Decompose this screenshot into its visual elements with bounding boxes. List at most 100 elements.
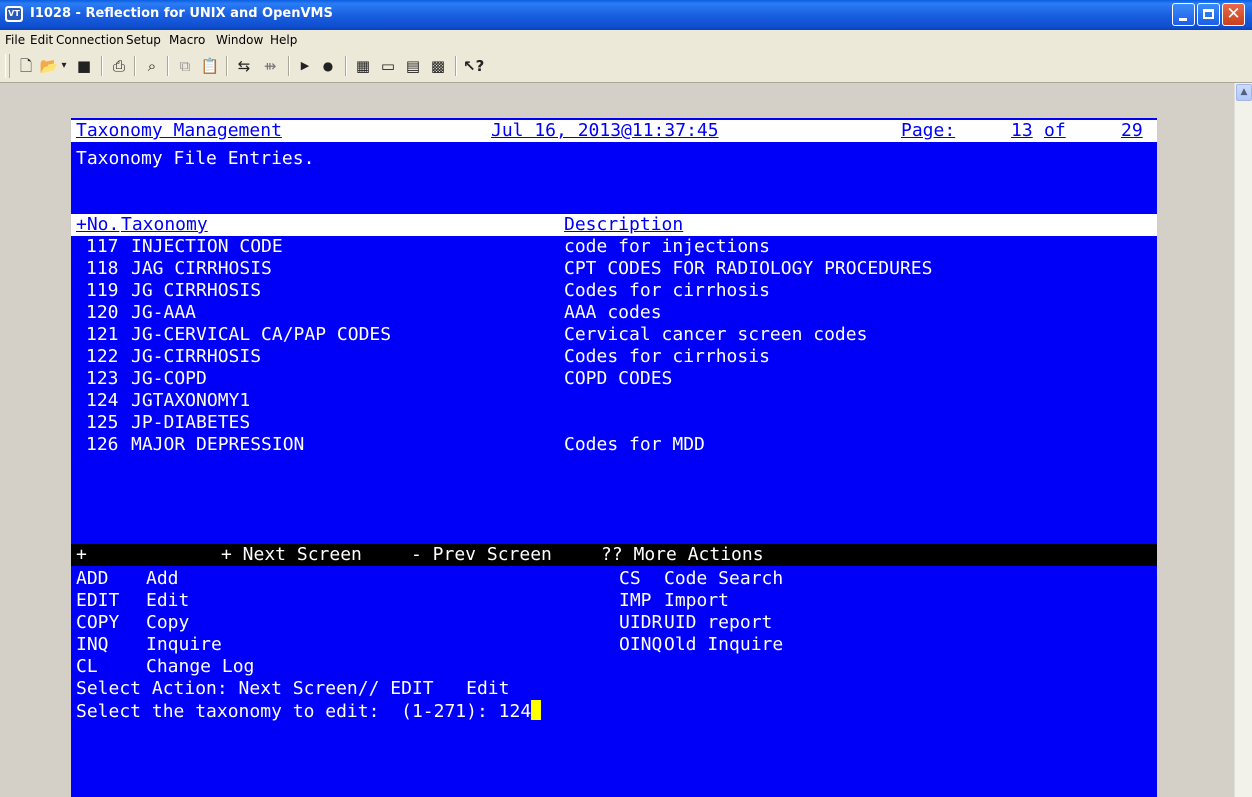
help-icon[interactable]: ↖? — [463, 56, 484, 76]
menu-edit[interactable]: Edit — [30, 33, 53, 47]
terminal-header: Taxonomy Management Jul 16, 2013@11:37:4… — [71, 120, 1157, 142]
toolbar: 🗋 📂 ▾ ■ ⎙ ⌕ ⧉ 📋 ⇆ ⇻ ▶ ● ▦ ▭ ▤ ▩ ↖? — [0, 50, 1252, 83]
row-taxonomy[interactable]: JG-AAA — [131, 302, 196, 324]
minimize-button[interactable] — [1172, 3, 1195, 26]
menu-help[interactable]: Help — [270, 33, 297, 47]
new-icon[interactable]: 🗋 — [16, 56, 36, 76]
row-taxonomy[interactable]: MAJOR DEPRESSION — [131, 434, 304, 456]
action-code[interactable]: INQ — [76, 634, 109, 656]
text-cursor — [531, 700, 542, 720]
copy-icon[interactable]: ⧉ — [175, 56, 195, 76]
colors-icon[interactable]: ▩ — [428, 56, 448, 76]
toolbar-separator — [455, 56, 457, 76]
row-description: AAA codes — [564, 302, 662, 323]
row-description: Cervical cancer screen codes — [564, 324, 868, 345]
connect-icon[interactable]: ⇆ — [234, 56, 254, 76]
action-code[interactable]: OINQ — [619, 634, 662, 656]
close-button[interactable]: ✕ — [1222, 3, 1245, 26]
paste-icon[interactable]: 📋 — [200, 56, 220, 76]
column-no: +No. — [76, 214, 120, 235]
action-label: Code Search — [664, 568, 784, 589]
window-title: I1028 - Reflection for UNIX and OpenVMS — [30, 6, 333, 21]
row-number: 126 — [86, 434, 119, 455]
row-description: COPD CODES — [564, 368, 673, 389]
app-icon[interactable]: VT — [5, 6, 23, 22]
column-taxonomy: Taxonomy — [121, 214, 208, 235]
header-datetime: Jul 16, 2013@11:37:45 — [491, 120, 719, 141]
save-icon[interactable]: ■ — [74, 56, 94, 76]
row-number: 122 — [86, 346, 119, 367]
settings-icon[interactable]: ▦ — [353, 56, 373, 76]
row-number: 121 — [86, 324, 119, 345]
row-description: code for injections — [564, 236, 770, 257]
next-screen-hint[interactable]: + Next Screen — [221, 544, 362, 566]
action-code[interactable]: UIDR — [619, 612, 662, 634]
column-header: +No. Taxonomy Description — [71, 214, 1157, 236]
row-taxonomy[interactable]: JP-DIABETES — [131, 412, 250, 434]
open-icon[interactable]: 📂 — [39, 56, 59, 76]
play-macro-icon[interactable]: ▶ — [295, 56, 315, 76]
toolbar-separator — [226, 56, 228, 76]
screen-subtitle: Taxonomy File Entries. — [76, 148, 315, 169]
toolbar-separator — [288, 56, 290, 76]
row-taxonomy[interactable]: INJECTION CODE — [131, 236, 283, 258]
vertical-scrollbar[interactable]: ▲ — [1234, 83, 1252, 797]
scroll-up-icon[interactable]: ▲ — [1236, 84, 1252, 101]
row-taxonomy[interactable]: JG-CERVICAL CA/PAP CODES — [131, 324, 391, 346]
action-label: Inquire — [146, 634, 222, 655]
maximize-button[interactable] — [1197, 3, 1220, 26]
action-code[interactable]: CS — [619, 568, 641, 590]
row-description: Codes for cirrhosis — [564, 346, 770, 367]
action-code[interactable]: EDIT — [76, 590, 119, 612]
row-description: Codes for cirrhosis — [564, 280, 770, 301]
prompt-input-value[interactable]: 124 — [499, 701, 532, 722]
menu-connection[interactable]: Connection — [56, 33, 124, 47]
disconnect-icon[interactable]: ⇻ — [260, 56, 280, 76]
row-taxonomy[interactable]: JAG CIRRHOSIS — [131, 258, 272, 280]
record-macro-icon[interactable]: ● — [318, 56, 338, 76]
action-prompt: Select Action: Next Screen// EDIT Edit — [76, 678, 510, 699]
keyboard-icon[interactable]: ▤ — [403, 56, 423, 76]
display-icon[interactable]: ▭ — [378, 56, 398, 76]
terminal-screen[interactable]: Taxonomy Management Jul 16, 2013@11:37:4… — [71, 118, 1157, 797]
action-label: Edit — [146, 590, 190, 611]
row-number: 118 — [86, 258, 119, 279]
find-icon[interactable]: ⌕ — [142, 56, 162, 76]
action-code[interactable]: ADD — [76, 568, 109, 590]
title-bar: VT I1028 - Reflection for UNIX and OpenV… — [0, 0, 1252, 30]
menu-setup[interactable]: Setup — [126, 33, 161, 47]
menu-window[interactable]: Window — [216, 33, 263, 47]
row-description: Codes for MDD — [564, 434, 705, 455]
header-app-title: Taxonomy Management — [76, 120, 282, 141]
dropdown-icon[interactable]: ▾ — [58, 56, 70, 76]
taxonomy-edit-prompt[interactable]: Select the taxonomy to edit: (1-271): 12… — [76, 700, 542, 722]
action-code[interactable]: CL — [76, 656, 98, 678]
toolbar-grip[interactable] — [5, 54, 10, 78]
prev-screen-hint[interactable]: - Prev Screen — [411, 544, 552, 566]
header-page-of: of — [1044, 120, 1066, 141]
more-indicator: + — [76, 544, 87, 565]
row-taxonomy[interactable]: JGTAXONOMY1 — [131, 390, 250, 412]
menu-file[interactable]: File — [5, 33, 25, 47]
close-icon: ✕ — [1226, 4, 1241, 24]
action-label: Change Log — [146, 656, 255, 677]
more-actions-hint[interactable]: ?? More Actions — [601, 544, 764, 566]
menu-macro[interactable]: Macro — [169, 33, 205, 47]
action-code[interactable]: IMP — [619, 590, 652, 612]
row-taxonomy[interactable]: JG-CIRRHOSIS — [131, 346, 261, 368]
print-icon[interactable]: ⎙ — [109, 56, 129, 76]
action-label: Add — [146, 568, 179, 589]
action-label: Import — [664, 590, 730, 611]
action-label: Copy — [146, 612, 190, 633]
row-taxonomy[interactable]: JG-COPD — [131, 368, 207, 390]
action-code[interactable]: COPY — [76, 612, 119, 634]
navigation-bar: + + Next Screen - Prev Screen ?? More Ac… — [71, 544, 1157, 566]
row-number: 123 — [86, 368, 119, 389]
row-taxonomy[interactable]: JG CIRRHOSIS — [131, 280, 261, 302]
menu-bar: File Edit Connection Setup Macro Window … — [0, 30, 1252, 50]
header-page-label: Page: — [901, 120, 956, 141]
toolbar-separator — [134, 56, 136, 76]
toolbar-separator — [101, 56, 103, 76]
row-number: 120 — [86, 302, 119, 323]
row-number: 124 — [86, 390, 119, 411]
